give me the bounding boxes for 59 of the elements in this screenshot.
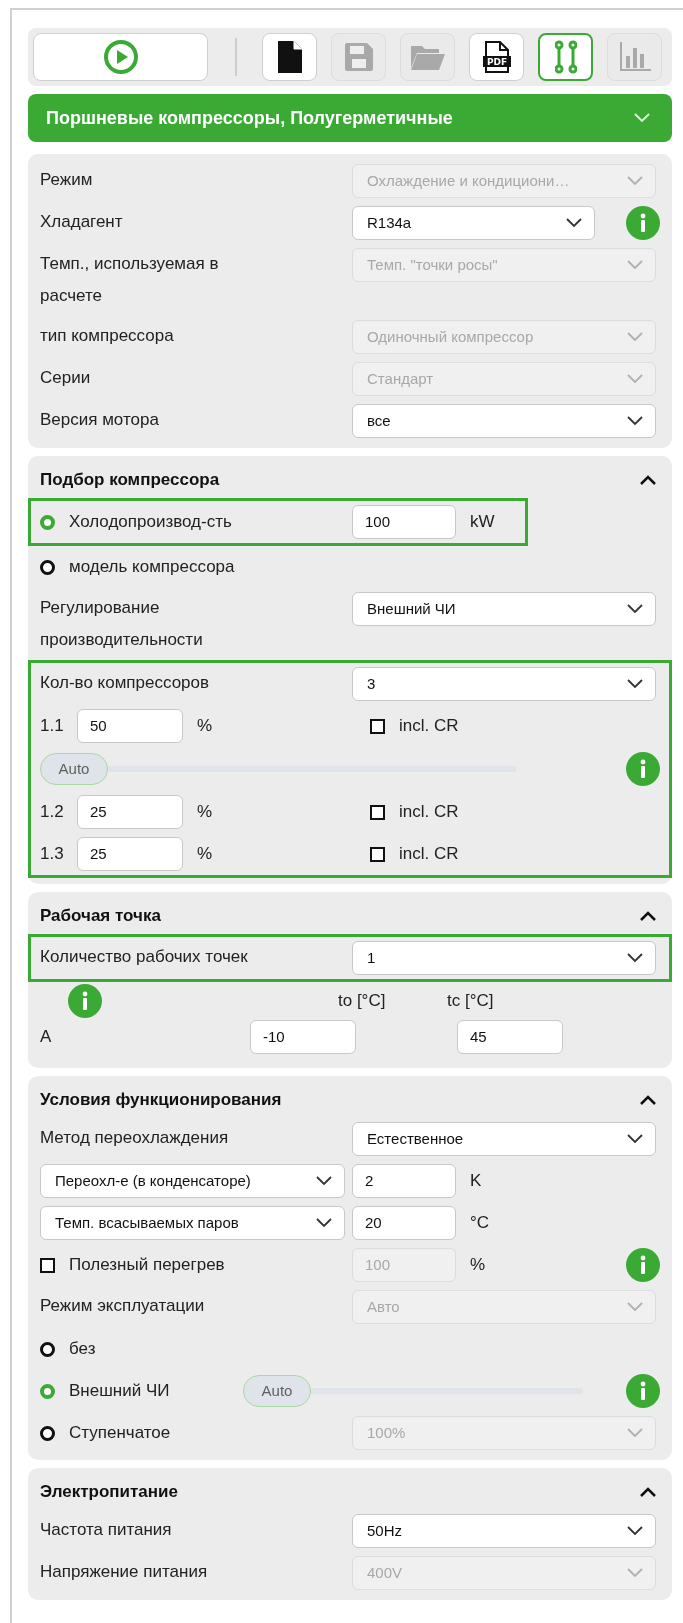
input-field[interactable]: 45	[457, 1020, 563, 1054]
section-title: Электропитание	[40, 1481, 178, 1504]
slider-thumb[interactable]: Auto	[40, 753, 108, 785]
field-label: Метод переохлаждения	[40, 1127, 230, 1149]
field-label: Режим	[40, 169, 94, 191]
pdf-file-icon: PDF	[482, 41, 511, 73]
select-field[interactable]: 3	[352, 667, 656, 701]
field-label: модель компрессора	[69, 556, 235, 578]
field-label: Серии	[40, 367, 92, 389]
field-label: Версия мотора	[40, 409, 160, 431]
field-label: Кол-во компрессоров	[40, 672, 211, 694]
toolbar-button[interactable]: PDF	[469, 33, 524, 81]
field-label: 1.2	[40, 801, 65, 823]
input-field[interactable]: 100	[352, 505, 456, 539]
field-label: без	[69, 1338, 96, 1360]
unit-label: kW	[470, 511, 495, 534]
field-label: 1.3	[40, 843, 65, 865]
unit-label: %	[470, 1254, 486, 1277]
select-field[interactable]: Темп. всасываемых паров	[40, 1206, 345, 1240]
field-label: тип компрессора	[40, 325, 175, 347]
section-title: Подбор компрессора	[40, 469, 220, 492]
unit-label: %	[197, 801, 214, 824]
field-label: Количество рабочих точек	[40, 946, 249, 968]
field-label: 1.1	[40, 715, 65, 737]
input-field[interactable]: 20	[352, 1206, 456, 1240]
field-label: incl. CR	[399, 843, 459, 865]
field-label: to [°C]	[338, 990, 387, 1012]
field-label: Хладагент	[40, 211, 124, 233]
field-label: tc [°C]	[447, 990, 494, 1012]
field-label: Частота питания	[40, 1519, 173, 1541]
field-label: Холодопроизвод-сть	[69, 511, 232, 533]
slider-thumb[interactable]: Auto	[243, 1375, 311, 1407]
select-field[interactable]: R134a	[352, 206, 595, 240]
input-field[interactable]: -10	[250, 1020, 356, 1054]
field-label: Напряжение питания	[40, 1561, 209, 1583]
input-field[interactable]: 50	[77, 709, 183, 743]
field-label: incl. CR	[399, 801, 459, 823]
field-label: A	[40, 1026, 53, 1048]
unit-label: °C	[470, 1212, 490, 1235]
select-field[interactable]: Внешний ЧИ	[352, 592, 656, 626]
select-field[interactable]: все	[352, 404, 656, 438]
section-title: Рабочая точка	[40, 905, 161, 928]
select-field[interactable]: 1	[352, 941, 656, 975]
select-field[interactable]: Переохл-е (в конденсаторе)	[40, 1164, 345, 1198]
field-label: incl. CR	[399, 715, 459, 737]
select-field[interactable]: 50Hz	[352, 1514, 656, 1548]
input-field[interactable]: 25	[77, 795, 183, 829]
field-label: Внешний ЧИ	[69, 1380, 170, 1402]
field-label: Полезный перегрев	[69, 1254, 225, 1276]
unit-label: %	[197, 715, 214, 738]
section-title: Условия функционирования	[40, 1089, 282, 1112]
unit-label: K	[470, 1170, 482, 1193]
unit-label: %	[197, 843, 214, 866]
input-field[interactable]: 2	[352, 1164, 456, 1198]
field-label: Регулирование производительности	[40, 597, 204, 651]
input-field[interactable]: 25	[77, 837, 183, 871]
field-label: Ступенчатое	[69, 1422, 171, 1444]
select-field[interactable]: Естественное	[352, 1122, 656, 1156]
field-label: Режим эксплуатации	[40, 1295, 206, 1317]
